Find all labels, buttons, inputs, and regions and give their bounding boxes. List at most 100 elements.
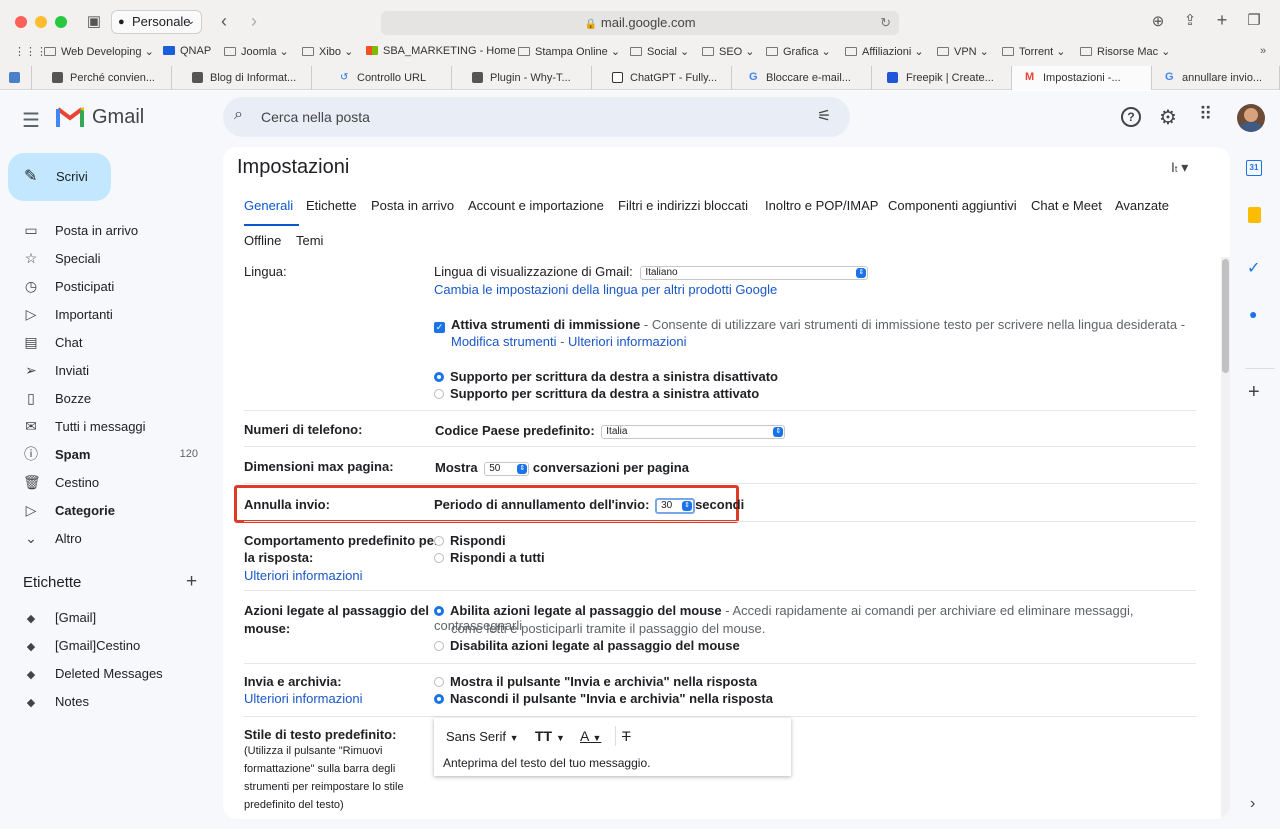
undo-period-select[interactable]: 30 ⇕ (655, 497, 696, 514)
sidebar-item-bozze[interactable]: ▯ Bozze (23, 387, 203, 409)
sidebar-item-posta-in-arrivo[interactable]: ▭ Posta in arrivo (23, 219, 203, 241)
tab-inoltro-e-pop-imap[interactable]: Inoltro e POP/IMAP (765, 198, 878, 213)
address-bar[interactable]: 🔒 mail.google.com ↻ (381, 11, 899, 35)
add-label-icon[interactable]: + (186, 571, 197, 593)
bookmark-social[interactable]: Social ⌄ (630, 45, 689, 58)
tab-6[interactable]: G Bloccare e-mail... (732, 66, 872, 90)
share-icon[interactable]: ⇪ (1181, 13, 1199, 29)
rtl-off-radio[interactable] (434, 372, 444, 382)
tab-overview-icon[interactable]: ❐ (1245, 13, 1263, 29)
font-size-icon[interactable]: TT ▼ (535, 728, 565, 744)
back-icon[interactable]: ‹ (216, 12, 232, 30)
display-language-select[interactable]: Italiano ⇕ (640, 265, 869, 280)
tab-filtri-e-indirizzi-bloccati[interactable]: Filtri e indirizzi bloccati (618, 198, 748, 213)
bookmarks-grid-icon[interactable]: ⋮⋮⋮ (14, 45, 47, 58)
reply-all-radio[interactable] (434, 553, 444, 563)
forward-icon[interactable]: › (246, 12, 262, 30)
gmail-logo-icon[interactable] (56, 105, 84, 127)
sidebar-item-inviati[interactable]: ➢ Inviati (23, 359, 203, 381)
bookmark-vpn[interactable]: VPN ⌄ (937, 45, 989, 58)
add-addon-icon[interactable]: + (1248, 381, 1260, 404)
bookmark-sba-marketing[interactable]: SBA_MARKETING - Home (366, 45, 516, 57)
close-window-button[interactable] (15, 16, 27, 28)
tab-8-active[interactable]: M Impostazioni -... (1012, 66, 1152, 90)
rtl-off-option[interactable]: Supporto per scrittura da destra a sinis… (434, 369, 778, 384)
avatar[interactable] (1237, 104, 1265, 132)
rtl-on-radio[interactable] (434, 389, 444, 399)
bookmark-web-developing[interactable]: Web Developing ⌄ (44, 45, 154, 58)
contacts-icon[interactable]: ● (1249, 306, 1257, 322)
reply-more-info-link[interactable]: Ulteriori informazioni (244, 568, 362, 583)
tab-1[interactable]: Perché convien... (32, 66, 172, 90)
help-icon[interactable]: ? (1121, 107, 1141, 127)
tab-7[interactable]: Freepik | Create... (872, 66, 1012, 90)
bookmark-grafica[interactable]: Grafica ⌄ (766, 45, 831, 58)
hover-disable-option[interactable]: Disabilita azioni legate al passaggio de… (434, 638, 740, 653)
bookmark-stampa-online[interactable]: Stampa Online ⌄ (518, 45, 620, 58)
expand-panel-icon[interactable]: › (1250, 795, 1255, 813)
sidebar-item-cestino[interactable]: 🗑 Cestino (23, 471, 203, 493)
tasks-icon[interactable]: ✓ (1247, 258, 1260, 278)
tab-posta-in-arrivo[interactable]: Posta in arrivo (371, 198, 454, 213)
more-info-link[interactable]: Ulteriori informazioni (568, 334, 686, 349)
tab-account-e-importazione[interactable]: Account e importazione (468, 198, 604, 213)
keep-icon[interactable] (1248, 207, 1261, 223)
reply-all-option[interactable]: Rispondi a tutti (434, 550, 545, 565)
tab-temi[interactable]: Temi (296, 233, 323, 248)
pagesize-select[interactable]: 50 ⇕ (484, 461, 530, 476)
main-menu-icon[interactable]: ☰ (22, 108, 40, 133)
show-send-archive-option[interactable]: Mostra il pulsante "Invia e archivia" ne… (434, 674, 757, 689)
tab-2[interactable]: Blog di Informat... (172, 66, 312, 90)
modify-tools-link[interactable]: Modifica strumenti (451, 334, 556, 349)
search-icon[interactable]: ⌕ (234, 106, 243, 124)
settings-gear-icon[interactable]: ⚙ (1159, 105, 1177, 130)
rtl-on-option[interactable]: Supporto per scrittura da destra a sinis… (434, 386, 759, 401)
bookmark-affiliazioni[interactable]: Affiliazioni ⌄ (845, 45, 924, 58)
new-tab-icon[interactable]: + (1213, 11, 1231, 29)
tab-3[interactable]: ↺ Controllo URL (312, 66, 452, 90)
tab-5[interactable]: ChatGPT - Fully... (592, 66, 732, 90)
sidebar-icon[interactable]: ▣ (85, 14, 103, 30)
remove-formatting-icon[interactable]: T (622, 728, 631, 744)
label-item[interactable]: ◆ Notes (23, 691, 203, 713)
tab-avanzate[interactable]: Avanzate (1115, 198, 1169, 213)
calendar-icon[interactable]: 31 (1246, 160, 1262, 176)
reply-radio[interactable] (434, 536, 444, 546)
minimize-window-button[interactable] (35, 16, 47, 28)
scrollbar-thumb[interactable] (1222, 259, 1229, 373)
sidebar-item-chat[interactable]: ▤ Chat (23, 331, 203, 353)
reply-option[interactable]: Rispondi (434, 533, 506, 548)
label-item[interactable]: ◆ [Gmail]Cestino (23, 635, 203, 657)
tab-9[interactable]: Gannullare invio... (1152, 66, 1280, 90)
bookmark-joomla[interactable]: Joomla ⌄ (224, 45, 289, 58)
hide-send-archive-radio[interactable] (434, 694, 444, 704)
search-input[interactable]: Cerca nella posta (261, 109, 370, 125)
sidebar-item-speciali[interactable]: ☆ Speciali (23, 247, 203, 269)
more-bookmarks-icon[interactable]: » (1260, 45, 1266, 57)
hover-enable-radio[interactable] (434, 606, 444, 616)
reload-icon[interactable]: ↻ (880, 11, 891, 35)
country-code-select[interactable]: Italia ⇕ (601, 424, 786, 439)
input-tools-icon[interactable]: It ▾ (1171, 159, 1188, 176)
send-archive-more-info-link[interactable]: Ulteriori informazioni (244, 691, 362, 706)
input-tools-checkbox[interactable]: ✓ (434, 322, 445, 333)
tab-generali[interactable]: Generali (244, 198, 293, 213)
profile-selector[interactable]: ● Personale ⌄ (111, 10, 202, 34)
sidebar-item-importanti[interactable]: ▷ Importanti (23, 303, 203, 325)
bookmark-seo[interactable]: SEO ⌄ (702, 45, 755, 58)
download-icon[interactable]: ⊕ (1149, 14, 1167, 30)
compose-button[interactable]: ✎ Scrivi (8, 153, 111, 201)
bookmark-torrent[interactable]: Torrent ⌄ (1002, 45, 1066, 58)
label-item[interactable]: ◆ Deleted Messages (23, 663, 203, 685)
tab-chat-e-meet[interactable]: Chat e Meet (1031, 198, 1102, 213)
sidebar-item-altro[interactable]: ⌄ Altro (23, 527, 203, 549)
search-bar[interactable]: ⌕ Cerca nella posta ⚟ (223, 97, 850, 137)
sidebar-item-tutti-i-messaggi[interactable]: ✉ Tutti i messaggi (23, 415, 203, 437)
sidebar-item-spam[interactable]: ⓘ Spam 120 (23, 443, 203, 465)
pinned-tab[interactable] (0, 66, 32, 90)
sidebar-item-posticipati[interactable]: ◷ Posticipati (23, 275, 203, 297)
hide-send-archive-option[interactable]: Nascondi il pulsante "Invia e archivia" … (434, 691, 773, 706)
tab-offline[interactable]: Offline (244, 233, 281, 248)
tab-4[interactable]: Plugin - Why-T... (452, 66, 592, 90)
label-item[interactable]: ◆ [Gmail] (23, 607, 203, 629)
